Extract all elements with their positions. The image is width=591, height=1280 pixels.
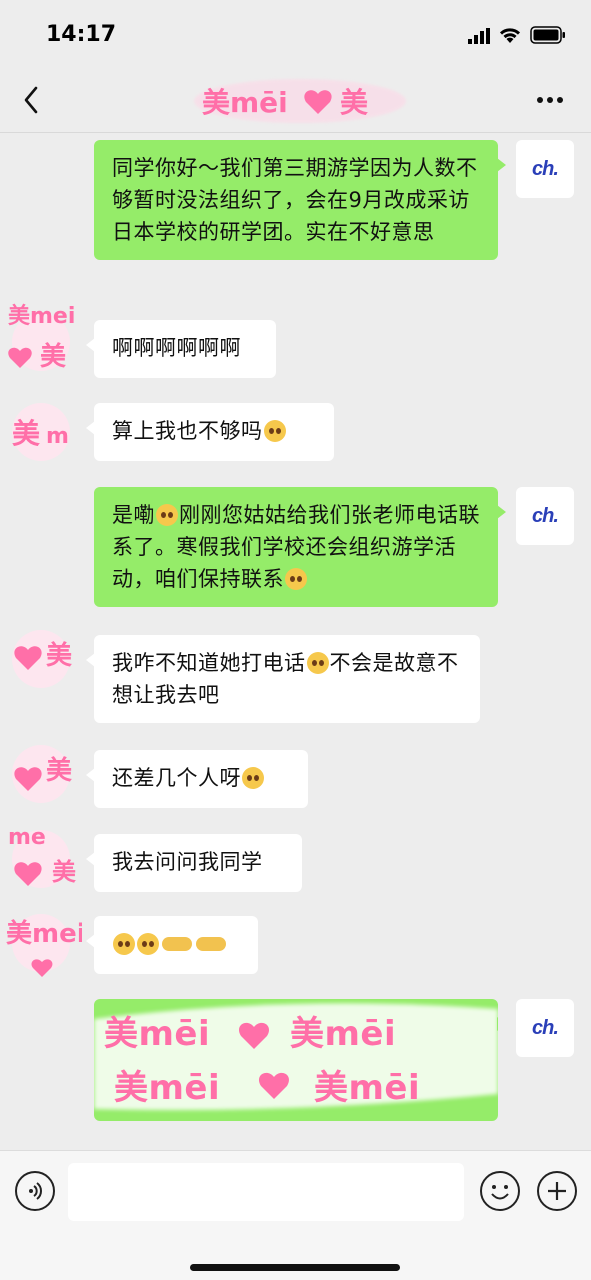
- svg-text:me: me: [8, 825, 46, 850]
- status-time: 14:17: [46, 22, 117, 47]
- svg-text:m: m: [46, 424, 69, 449]
- chat-screen: 14:17 美mēi 美 同学你好～我们第三期游学因为人数不够暂时没法组织了，会…: [0, 0, 591, 1280]
- message-text-a: 是嘞: [112, 503, 155, 527]
- status-bar: 14:17: [0, 0, 591, 70]
- peer-avatar[interactable]: 美 m: [12, 403, 70, 461]
- peer-avatar[interactable]: me 美: [8, 825, 76, 888]
- voice-button[interactable]: [15, 1171, 55, 1211]
- flushed-face-emoji-icon: [306, 652, 329, 674]
- svg-text:美: 美: [340, 86, 368, 119]
- self-avatar-logo: ch.: [532, 504, 559, 527]
- message-bubble-outgoing-censored[interactable]: 美mēi 美mēi 美mēi 美mēi: [94, 999, 498, 1121]
- input-bar: [0, 1150, 591, 1280]
- svg-text:美: 美: [52, 858, 76, 886]
- pleading-face-emoji-icon: [113, 933, 135, 955]
- svg-text:美mei: 美mei: [6, 918, 82, 949]
- peer-avatar[interactable]: 美mei 美: [8, 303, 75, 372]
- message-bubble-incoming[interactable]: [86, 916, 258, 974]
- self-avatar-logo: ch.: [532, 1016, 559, 1039]
- svg-text:美: 美: [46, 755, 72, 786]
- chat-title-text: 美mēi: [202, 86, 288, 119]
- peer-avatar[interactable]: 美: [12, 745, 72, 803]
- home-indicator: [190, 1264, 400, 1271]
- back-button[interactable]: [16, 84, 46, 116]
- message-bubble-incoming[interactable]: 我去问问我同学: [86, 834, 302, 892]
- message-bubble-incoming[interactable]: 还差几个人呀: [86, 750, 308, 808]
- svg-text:美: 美: [12, 417, 40, 450]
- message-input[interactable]: [68, 1163, 464, 1221]
- svg-text:美mēi: 美mēi: [314, 1068, 420, 1108]
- svg-text:美mēi: 美mēi: [114, 1068, 220, 1108]
- message-text: 啊啊啊啊啊啊: [112, 336, 241, 360]
- svg-text:美: 美: [40, 341, 66, 372]
- pleading-face-emoji-icon: [156, 504, 178, 526]
- self-avatar[interactable]: ch.: [516, 140, 574, 198]
- message-list[interactable]: 同学你好～我们第三期游学因为人数不够暂时没法组织了，会在9月改成采访日本学校的研…: [0, 133, 591, 1150]
- more-button[interactable]: [530, 84, 570, 116]
- message-text-a: 我咋不知道她打电话: [112, 651, 306, 675]
- message-text: 同学你好～我们第三期游学因为人数不够暂时没法组织了，会在9月改成采访日本学校的研…: [112, 156, 478, 244]
- message-bubble-incoming[interactable]: 算上我也不够吗: [86, 403, 334, 461]
- message-text: 算上我也不够吗: [112, 419, 263, 443]
- signal-icon: [468, 28, 490, 44]
- emoji-button[interactable]: [480, 1171, 520, 1211]
- smiley-icon: [491, 1185, 509, 1200]
- peer-avatar[interactable]: 美: [12, 630, 72, 688]
- smiling-face-emoji-icon: [285, 568, 307, 590]
- svg-text:美: 美: [46, 640, 72, 671]
- pleading-face-emoji-icon: [242, 767, 264, 789]
- plus-button[interactable]: [537, 1171, 577, 1211]
- more-horizontal-icon: [537, 97, 563, 103]
- wifi-icon: [499, 28, 521, 43]
- self-avatar[interactable]: ch.: [516, 999, 574, 1057]
- voice-icon: [29, 1182, 42, 1200]
- battery-icon: [530, 26, 565, 44]
- message-bubble-outgoing[interactable]: 同学你好～我们第三期游学因为人数不够暂时没法组织了，会在9月改成采访日本学校的研…: [94, 140, 506, 260]
- pointing-right-hand-icon: [162, 937, 192, 951]
- message-bubble-incoming[interactable]: 我咋不知道她打电话 不会是故意不想让我去吧: [86, 635, 480, 723]
- message-text: 还差几个人呀: [112, 766, 241, 790]
- svg-text:美mēi: 美mēi: [290, 1014, 396, 1054]
- self-avatar[interactable]: ch.: [516, 487, 574, 545]
- peer-avatar[interactable]: 美mei: [6, 914, 82, 977]
- self-avatar-logo: ch.: [532, 157, 559, 180]
- svg-text:美mei: 美mei: [8, 303, 75, 329]
- chevron-left-icon: [24, 86, 38, 114]
- pleading-face-emoji-icon: [137, 933, 159, 955]
- pointing-left-hand-icon: [196, 937, 226, 951]
- plus-icon: [548, 1182, 566, 1200]
- message-bubble-outgoing[interactable]: 是嘞 刚刚您姑姑给我们张老师电话联系了。寒假我们学校还会组织游学活动，咱们保持联系: [94, 487, 506, 607]
- sticker-overlay: 美mēi 美mēi 美mēi 美mēi: [94, 1003, 498, 1110]
- pleading-face-emoji-icon: [263, 420, 286, 442]
- message-bubble-incoming[interactable]: 啊啊啊啊啊啊: [86, 320, 276, 378]
- chat-header: 美mēi 美: [0, 70, 591, 133]
- chat-title-censored: 美mēi 美: [190, 76, 410, 126]
- svg-text:美mēi: 美mēi: [104, 1014, 210, 1054]
- message-text: 我去问问我同学: [112, 850, 263, 874]
